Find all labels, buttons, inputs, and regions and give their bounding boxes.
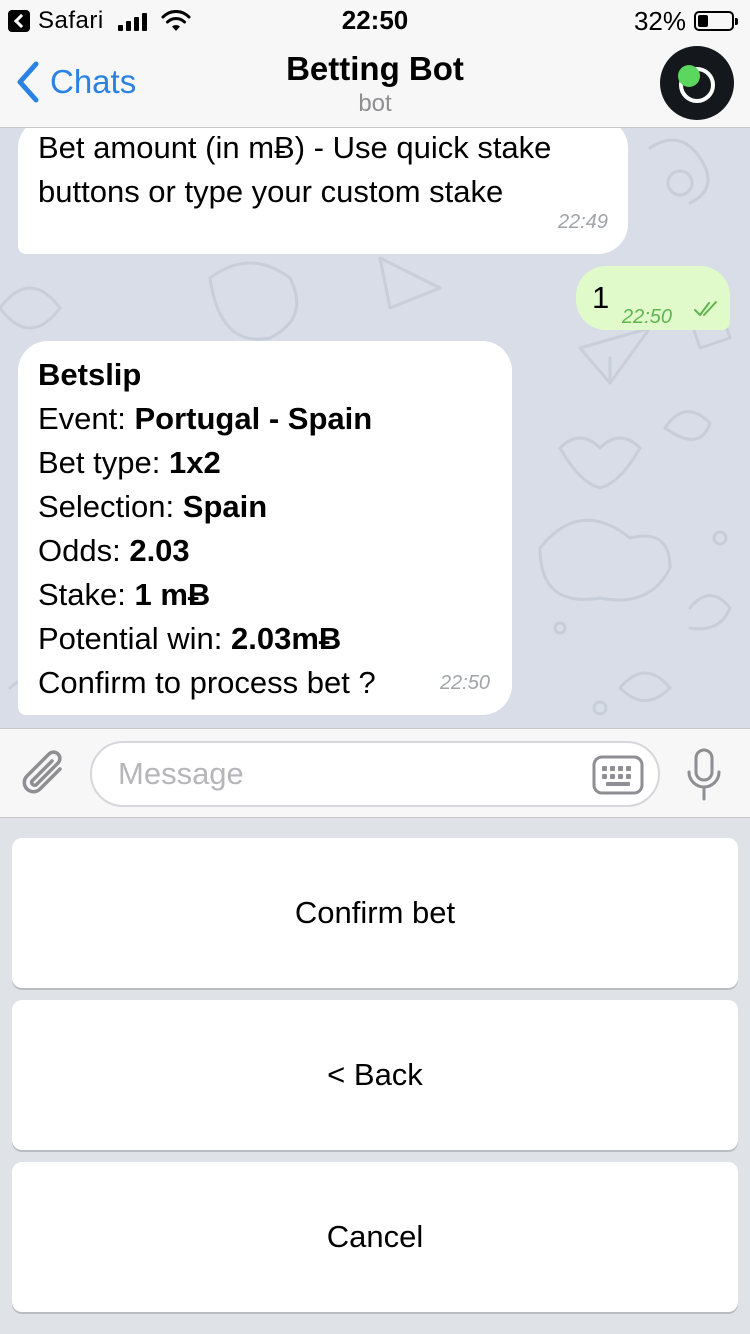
betslip-row-stake: Stake: 1 mɃ <box>38 577 211 612</box>
message-text: 1 <box>592 280 610 315</box>
chat-subtitle: bot <box>358 90 392 117</box>
message-text-line: buttons or type your custom stake <box>38 174 504 209</box>
bot-logo-icon <box>678 65 715 103</box>
message-text-line: Bet amount (in mɃ) - Use quick stake <box>38 130 552 165</box>
microphone-icon[interactable] <box>684 747 724 803</box>
betslip-message[interactable]: Betslip Event: Portugal - Spain Bet type… <box>18 341 512 715</box>
betslip-row-event: Event: Portugal - Spain <box>38 401 373 436</box>
betslip-row-bet-type: Bet type: 1x2 <box>38 445 221 480</box>
cancel-button[interactable]: Cancel <box>12 1162 738 1312</box>
battery-level <box>698 15 708 27</box>
bot-avatar[interactable] <box>660 46 734 120</box>
message-composer <box>0 728 750 818</box>
chat-header: Chats Betting Bot bot <box>0 40 750 128</box>
status-bar-right: 32% <box>633 5 738 36</box>
bot-reply-keyboard: Confirm bet < Back Cancel <box>0 818 750 1334</box>
chat-area[interactable]: Bet amount (in mɃ) - Use quick stake but… <box>0 128 750 728</box>
betslip-row-potential-win: Potential win: 2.03mɃ <box>38 621 342 656</box>
betslip-row-odds: Odds: 2.03 <box>38 533 190 568</box>
paperclip-icon[interactable] <box>20 749 68 799</box>
message-bubble-outgoing[interactable]: 1 22:50 <box>576 266 730 330</box>
back-button[interactable]: < Back <box>12 1000 738 1150</box>
message-input[interactable] <box>90 741 660 807</box>
keyboard-icon[interactable] <box>592 755 644 795</box>
betslip-row-selection: Selection: Spain <box>38 489 268 524</box>
message-time: 22:50 <box>622 306 673 328</box>
message-time: 22:49 <box>557 211 608 233</box>
double-check-icon <box>694 301 717 316</box>
message-bubble-incoming[interactable]: Bet amount (in mɃ) - Use quick stake but… <box>18 128 628 254</box>
chat-title[interactable]: Betting Bot <box>0 50 750 88</box>
confirm-bet-button[interactable]: Confirm bet <box>12 838 738 988</box>
betslip-heading: Betslip <box>38 357 142 392</box>
message-time: 22:50 <box>439 672 490 694</box>
status-bar: Safari 22:50 32% <box>0 0 750 40</box>
battery-icon <box>694 11 738 31</box>
betslip-footer: Confirm to process bet ? <box>38 665 376 700</box>
battery-percent: 32% <box>633 5 686 36</box>
